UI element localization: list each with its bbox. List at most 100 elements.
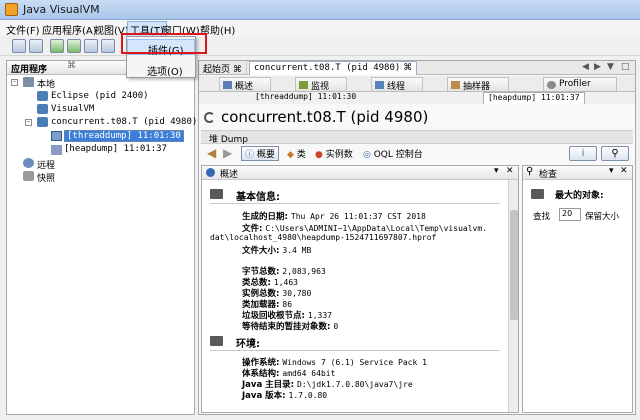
remote-host-icon [23,158,34,168]
tab-heapdump[interactable]: [heapdump] 11:01:37 [483,92,585,104]
panel-close-icon[interactable]: ✕ [506,166,514,176]
search-toggle-button[interactable]: ⚲ [601,146,629,161]
summary-scrollbar[interactable] [508,180,518,412]
summary-panel: 概述 ▾ ✕ 基本信息: 生成的日期: Thu Apr 26 11:01:37 C… [201,165,519,413]
refresh-icon [204,112,215,123]
section-divider [210,203,500,204]
visualvm-app-icon [5,3,18,16]
tree-item-local[interactable]: 本地 [37,77,55,90]
subtab-overview[interactable]: 概述 [219,77,271,92]
toolbar [0,36,640,56]
threaddump-icon [51,131,62,141]
java-process-icon [37,117,48,127]
inspect-panel-header: ⚲ 检查 ▾ ✕ [523,166,632,180]
local-host-icon [23,77,34,87]
load-snapshot-icon[interactable] [101,39,115,53]
add-snapshot-icon[interactable] [84,39,98,53]
view-summary-label: 概要 [256,150,275,160]
view-summary-button[interactable]: ⓘ 概要 [241,146,279,161]
basic-info-title: 基本信息: [236,192,280,203]
info-toggle-button[interactable]: i [569,146,597,161]
tree-item-concurrent[interactable]: concurrent.t08.T (pid 4980) [51,117,197,127]
window-titlebar: Java VisualVM [0,0,640,20]
profiler-icon [547,81,556,89]
collapse-concurrent-toggle[interactable]: - [25,119,32,126]
bytes-value: 2,083,963 [282,267,326,276]
close-tab-icon[interactable]: ⌘ [67,61,76,71]
subtab-sampler[interactable]: 抽样器 [447,77,509,92]
tree-item-visualvm[interactable]: VisualVM [51,104,94,114]
view-instances-label: 实例数 [325,150,353,160]
heap-dump-label: 堆 Dump [209,135,248,145]
tabs-scroll-right-icon[interactable]: ▶ [594,62,601,72]
view-oql-button[interactable]: ◎ OQL 控制台 [363,147,423,160]
subtab-threads-label: 线程 [387,82,406,92]
view-classes-button[interactable]: ◆ 类 [287,147,306,160]
tree-item-remote[interactable]: 远程 [37,158,55,171]
panel-minimize-icon[interactable]: ▾ [494,166,499,176]
size-row: 文件大小: 3.4 MB [242,244,311,256]
close-start-tab-icon[interactable]: ⌘ [233,65,242,75]
heapdump-heading: concurrent.t08.T (pid 4980) [203,107,633,131]
subtab-profiler-label: Profiler [559,79,591,89]
document-area: 起始页 ⌘ concurrent.t08.T (pid 4980) ⌘ ◀ ▶ … [198,60,636,415]
java-version-row: Java 版本: 1.7.0.80 [242,389,327,401]
add-remote-host-icon[interactable] [67,39,81,53]
view-instances-button[interactable]: ● 实例数 [315,147,353,160]
summary-panel-title: 概述 [220,170,239,180]
tabs-list-icon[interactable]: ▼ [607,62,614,72]
file-row-cont: dat\localhost_4980\heapdump-152471169780… [210,233,436,243]
os-value: Windows 7 (6.1) Service Pack 1 [282,358,427,367]
tab-start-page[interactable]: 起始页 ⌘ [199,61,247,75]
menu-applications[interactable]: 应用程序(A) [42,22,97,37]
forward-arrow-icon[interactable]: ▶ [223,146,232,160]
info-icon [206,168,215,177]
collapse-local-toggle[interactable]: - [11,79,18,86]
inspect-panel: ⚲ 检查 ▾ ✕ 最大的对象: 查找 20 保留大小 [522,165,633,413]
applications-tab-label: 应用程序 [11,65,48,75]
tree-item-snapshots[interactable]: 快照 [37,171,55,184]
scrollbar-thumb[interactable] [510,210,518,320]
eclipse-app-icon [37,91,48,101]
subtab-monitor[interactable]: 监视 [295,77,347,92]
subtab-monitor-label: 监视 [311,82,330,92]
tab-process[interactable]: concurrent.t08.T (pid 4980) ⌘ [249,61,418,75]
arch-value: amd64 64bit [282,369,336,378]
window-title: Java VisualVM [23,3,100,16]
heapdump-icon [51,145,62,155]
overview-icon [223,81,232,89]
instances-value: 30,780 [282,289,312,298]
menu-item-options[interactable]: 选项(O) [127,61,195,78]
tree-item-heapdump[interactable]: [heapdump] 11:01:37 [64,144,167,154]
object-count-spinner[interactable]: 20 [559,208,581,221]
subtab-threads[interactable]: 线程 [371,77,423,92]
retain-size-label: 保留大小 [585,212,620,222]
size-value: 3.4 MB [282,246,312,255]
tab-start-label: 起始页 [203,65,231,75]
java-version-value: 1.7.0.80 [288,391,328,400]
biggest-objects-icon [531,189,544,199]
menu-file[interactable]: 文件(F) [6,22,40,37]
close-process-tab-icon[interactable]: ⌘ [403,63,412,73]
oql-icon: ◎ [363,150,374,160]
subtab-profiler[interactable]: Profiler [543,77,617,91]
view-oql-label: OQL 控制台 [373,150,423,160]
open-file-icon[interactable] [12,39,26,53]
save-icon[interactable] [29,39,43,53]
tree-item-eclipse[interactable]: Eclipse (pid 2400) [51,91,149,101]
heap-dump-subheader: 堆 Dump [201,130,633,145]
tabs-scroll-left-icon[interactable]: ◀ [582,62,589,72]
date-row: 生成的日期: Thu Apr 26 11:01:37 CST 2018 [242,210,426,222]
back-arrow-icon[interactable]: ◀ [207,146,216,160]
add-jmx-icon[interactable] [50,39,64,53]
tree-item-threaddump[interactable]: [threaddump] 11:01:30 [64,130,184,142]
tab-process-label: concurrent.t08.T (pid 4980) [254,63,401,73]
environment-title: 环境: [236,339,260,350]
restore-window-icon[interactable]: □ [621,62,630,72]
tab-threaddump[interactable]: [threaddump] 11:01:30 [251,92,360,104]
dump-tabs: [threaddump] 11:01:30 [heapdump] 11:01:3… [199,92,635,104]
threads-icon [375,81,384,89]
instances-icon: ● [315,150,326,160]
panel-minimize-icon[interactable]: ▾ [609,166,614,176]
panel-close-icon[interactable]: ✕ [620,166,628,176]
